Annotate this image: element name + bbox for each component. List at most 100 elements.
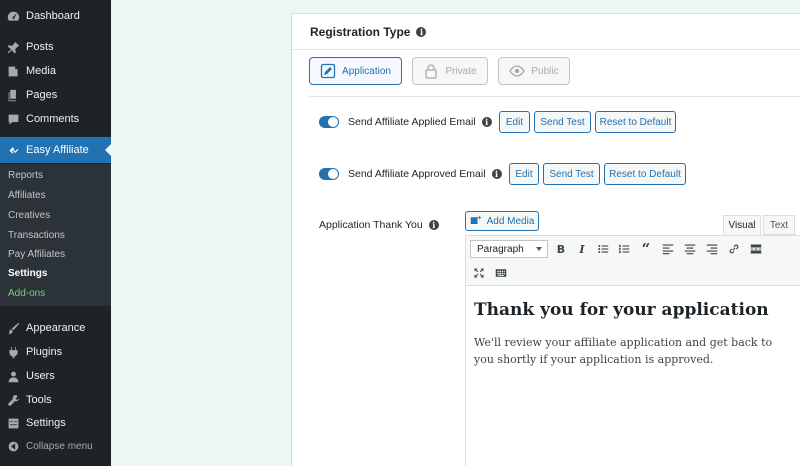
approved-email-toggle[interactable] xyxy=(319,168,339,180)
option-label: Public xyxy=(531,65,559,77)
editor-heading: Thank you for your application xyxy=(474,300,769,320)
sidebar-item-pages[interactable]: Pages xyxy=(0,84,111,106)
applied-email-send-test-button[interactable]: Send Test xyxy=(534,111,591,133)
rich-text-editor[interactable]: Thank you for your application We'll rev… xyxy=(465,285,800,466)
applied-email-label: Send Affiliate Applied Email xyxy=(348,116,476,128)
info-icon[interactable]: i xyxy=(491,169,502,179)
sidebar-item-label: Collapse menu xyxy=(26,440,93,452)
divider xyxy=(309,96,800,97)
sidebar-item-users[interactable]: Users xyxy=(0,365,111,387)
section-title: Registration Type xyxy=(310,25,411,39)
option-label: Application xyxy=(342,65,391,77)
fullscreen-button[interactable] xyxy=(470,264,488,282)
field-label-text: Application Thank You xyxy=(319,219,423,231)
tab-visual[interactable]: Visual xyxy=(723,215,761,235)
blockquote-button[interactable]: “ xyxy=(637,240,655,258)
align-center-icon xyxy=(684,244,696,255)
link-icon xyxy=(729,244,739,254)
collapse-icon xyxy=(6,439,20,453)
read-more-icon xyxy=(750,244,762,254)
pages-icon xyxy=(6,88,20,102)
application-form-icon xyxy=(320,63,336,79)
sidebar-item-label: Users xyxy=(26,370,55,382)
submenu-item-add-ons[interactable]: Add-ons xyxy=(8,286,45,302)
user-icon xyxy=(6,369,20,383)
dashboard-icon xyxy=(6,9,20,23)
affiliate-icon xyxy=(6,143,20,157)
registration-type-heading: Registration Type i xyxy=(310,25,427,39)
sidebar-item-settings[interactable]: Settings xyxy=(0,412,111,434)
sidebar-item-label: Comments xyxy=(26,113,80,125)
italic-button[interactable]: I xyxy=(573,240,591,258)
sidebar-item-media[interactable]: Media xyxy=(0,60,111,82)
pushpin-icon xyxy=(6,40,20,54)
registration-option-public[interactable]: Public xyxy=(498,57,570,85)
media-icon xyxy=(6,64,20,78)
insert-link-button[interactable] xyxy=(725,240,743,258)
read-more-button[interactable] xyxy=(747,240,765,258)
submenu-item-pay-affiliates[interactable]: Pay Affiliates xyxy=(8,247,65,263)
align-center-button[interactable] xyxy=(681,240,699,258)
add-media-button[interactable]: Add Media xyxy=(465,211,539,231)
approved-email-send-test-button[interactable]: Send Test xyxy=(543,163,600,185)
sidebar-item-label: Posts xyxy=(26,41,54,53)
sidebar-item-label: Appearance xyxy=(26,322,86,334)
numbered-list-button[interactable] xyxy=(615,240,633,258)
format-select-value: Paragraph xyxy=(477,243,524,255)
sidebar-item-label: Media xyxy=(26,65,56,77)
approved-email-reset-button[interactable]: Reset to Default xyxy=(604,163,686,185)
bold-button[interactable]: B xyxy=(552,240,570,258)
divider xyxy=(292,49,800,50)
editor-toolbar: Paragraph B I “ xyxy=(465,235,800,285)
sidebar-item-label: Easy Affiliate xyxy=(26,144,89,156)
comment-icon xyxy=(6,112,20,126)
applied-email-toggle[interactable] xyxy=(319,116,339,128)
approved-email-edit-button[interactable]: Edit xyxy=(509,163,539,185)
easy-affiliate-submenu: Reports Affiliates Creatives Transaction… xyxy=(0,164,111,306)
chevron-down-icon xyxy=(536,247,542,251)
toolbar-toggle-button[interactable] xyxy=(492,264,510,282)
bullet-list-button[interactable] xyxy=(594,240,612,258)
registration-option-private[interactable]: Private xyxy=(412,57,488,85)
info-icon[interactable]: i xyxy=(416,27,427,37)
registration-option-application[interactable]: Application xyxy=(309,57,402,85)
align-right-icon xyxy=(706,244,718,255)
sidebar-item-label: Dashboard xyxy=(26,10,80,22)
sidebar-item-posts[interactable]: Posts xyxy=(0,36,111,58)
applied-email-reset-button[interactable]: Reset to Default xyxy=(595,111,676,133)
numbered-list-icon xyxy=(619,244,630,254)
sidebar-item-comments[interactable]: Comments xyxy=(0,108,111,130)
sidebar-item-appearance[interactable]: Appearance xyxy=(0,317,111,339)
submenu-item-creatives[interactable]: Creatives xyxy=(8,208,50,224)
tab-text[interactable]: Text xyxy=(763,215,795,235)
lock-icon xyxy=(425,64,438,79)
submenu-item-affiliates[interactable]: Affiliates xyxy=(8,188,46,204)
sidebar-item-tools[interactable]: Tools xyxy=(0,389,111,411)
sidebar-item-label: Tools xyxy=(26,394,52,406)
sidebar-item-label: Pages xyxy=(26,89,58,101)
align-left-icon xyxy=(662,244,674,255)
sidebar-item-label: Settings xyxy=(26,417,66,429)
sidebar-item-label: Plugins xyxy=(26,346,63,358)
submenu-item-transactions[interactable]: Transactions xyxy=(8,228,65,244)
bullet-list-icon xyxy=(598,245,609,253)
admin-sidebar: Dashboard Posts Media Pages Comments Eas… xyxy=(0,0,111,466)
sidebar-item-plugins[interactable]: Plugins xyxy=(0,341,111,363)
add-media-icon xyxy=(470,215,481,224)
align-left-button[interactable] xyxy=(659,240,677,258)
submenu-item-reports[interactable]: Reports xyxy=(8,168,43,184)
editor-paragraph: We'll review your affiliate application … xyxy=(474,336,773,366)
info-icon[interactable]: i xyxy=(481,117,492,127)
eye-icon xyxy=(509,65,526,77)
settings-card: Registration Type i Application Private … xyxy=(291,13,800,466)
info-icon[interactable]: i xyxy=(428,220,439,230)
collapse-menu-button[interactable]: Collapse menu xyxy=(0,435,111,457)
format-select[interactable]: Paragraph xyxy=(470,240,548,258)
sidebar-item-dashboard[interactable]: Dashboard xyxy=(0,5,111,27)
submenu-item-settings[interactable]: Settings xyxy=(8,266,47,282)
applied-email-edit-button[interactable]: Edit xyxy=(499,111,530,133)
sidebar-item-easy-affiliate[interactable]: Easy Affiliate xyxy=(0,137,111,163)
align-right-button[interactable] xyxy=(703,240,721,258)
add-media-label: Add Media xyxy=(486,215,535,227)
brush-icon xyxy=(6,321,20,335)
